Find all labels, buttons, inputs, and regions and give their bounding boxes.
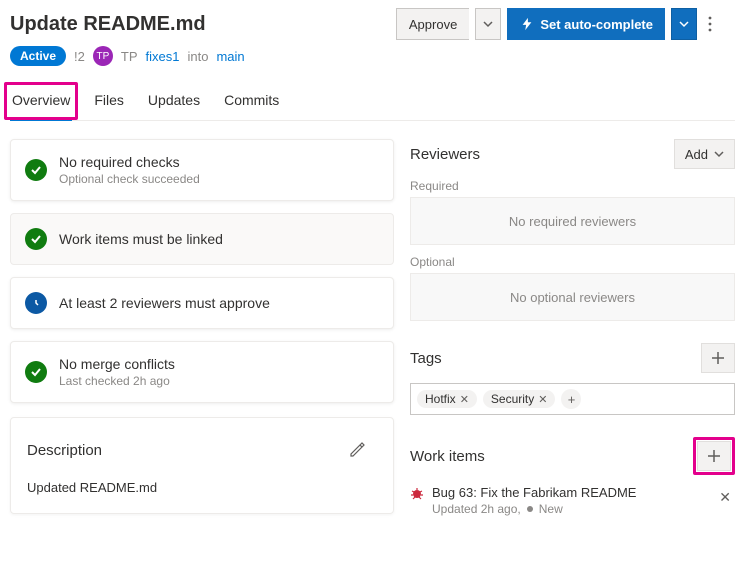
- check-circle-icon: [25, 361, 47, 383]
- status-badge: Active: [10, 46, 66, 66]
- pr-title: Update README.md: [10, 13, 388, 36]
- check-circle-icon: [25, 159, 47, 181]
- tab-updates[interactable]: Updates: [146, 86, 202, 120]
- approve-dropdown[interactable]: [475, 8, 501, 40]
- tab-overview[interactable]: Overview: [10, 86, 72, 121]
- check-sub: Optional check succeeded: [59, 172, 200, 186]
- work-item-title: Bug 63: Fix the Fabrikam README: [432, 485, 707, 500]
- target-branch-link[interactable]: main: [216, 49, 244, 64]
- vertical-dots-icon: [703, 16, 717, 32]
- check-card-required-checks: No required checks Optional check succee…: [10, 139, 394, 201]
- tag-input-row[interactable]: Hotfix ✕ Security ✕ +: [410, 383, 735, 415]
- check-title: No merge conflicts: [59, 356, 175, 372]
- source-branch-link[interactable]: fixes1: [146, 49, 180, 64]
- add-work-item-button[interactable]: [697, 441, 731, 471]
- status-dot-icon: [527, 506, 533, 512]
- description-heading: Description: [27, 442, 102, 459]
- remove-tag-hotfix[interactable]: ✕: [460, 393, 469, 406]
- work-item-sub: Updated 2h ago, New: [432, 502, 707, 516]
- tab-files[interactable]: Files: [92, 86, 126, 120]
- clock-icon: [25, 292, 47, 314]
- work-item-row[interactable]: Bug 63: Fix the Fabrikam README Updated …: [410, 485, 735, 516]
- remove-tag-security[interactable]: ✕: [538, 393, 547, 406]
- chevron-down-icon: [714, 149, 724, 159]
- chevron-down-icon: [679, 19, 689, 29]
- optional-label: Optional: [410, 255, 735, 269]
- work-items-section: Work items Bug 63: Fix the Fabrikam READ…: [410, 437, 735, 516]
- auto-complete-dropdown[interactable]: [671, 8, 697, 40]
- add-reviewer-button[interactable]: Add: [674, 139, 735, 169]
- bug-icon: [410, 487, 424, 501]
- lightning-icon: [520, 17, 534, 31]
- tags-section: Tags Hotfix ✕ Security ✕ +: [410, 343, 735, 415]
- pr-number: !2: [74, 49, 85, 64]
- plus-icon: [711, 351, 725, 365]
- check-title: At least 2 reviewers must approve: [59, 295, 270, 311]
- add-tag-button[interactable]: [701, 343, 735, 373]
- description-body: Updated README.md: [27, 480, 377, 495]
- optional-reviewers-empty: No optional reviewers: [410, 273, 735, 321]
- into-word: into: [187, 49, 208, 64]
- tag-hotfix: Hotfix ✕: [417, 390, 477, 408]
- set-auto-complete-button[interactable]: Set auto-complete: [507, 8, 665, 40]
- required-reviewers-empty: No required reviewers: [410, 197, 735, 245]
- description-card: Description Updated README.md: [10, 417, 394, 514]
- reviewers-section: Reviewers Add Required No required revie…: [410, 139, 735, 321]
- avatar[interactable]: TP: [93, 46, 113, 66]
- more-actions-button[interactable]: [703, 16, 735, 32]
- plus-icon: [707, 449, 721, 463]
- check-title: No required checks: [59, 154, 200, 170]
- approve-button[interactable]: Approve: [396, 8, 469, 40]
- author-initials: TP: [121, 49, 138, 64]
- tab-commits[interactable]: Commits: [222, 86, 281, 120]
- check-card-work-items-linked: Work items must be linked: [10, 213, 394, 265]
- check-card-merge-conflicts: No merge conflicts Last checked 2h ago: [10, 341, 394, 403]
- required-label: Required: [410, 179, 735, 193]
- check-sub: Last checked 2h ago: [59, 374, 175, 388]
- edit-description-button[interactable]: [349, 436, 377, 464]
- tag-security: Security ✕: [483, 390, 556, 408]
- tags-heading: Tags: [410, 350, 442, 367]
- check-circle-icon: [25, 228, 47, 250]
- work-items-heading: Work items: [410, 448, 485, 465]
- check-title: Work items must be linked: [59, 231, 223, 247]
- pencil-icon: [349, 442, 365, 458]
- chevron-down-icon: [483, 19, 493, 29]
- tab-bar: Overview Files Updates Commits: [10, 86, 735, 121]
- check-card-reviewers-approve: At least 2 reviewers must approve: [10, 277, 394, 329]
- reviewers-heading: Reviewers: [410, 146, 480, 163]
- remove-work-item-button[interactable]: ✕: [715, 485, 735, 510]
- inline-add-tag[interactable]: +: [561, 389, 581, 409]
